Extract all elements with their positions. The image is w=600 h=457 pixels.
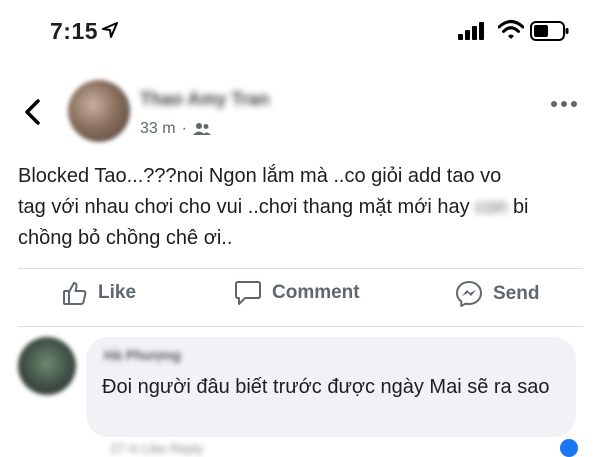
battery-icon	[530, 21, 569, 41]
author-avatar[interactable]	[68, 80, 130, 142]
post-header: Thao Amy Tran 33 m ·	[0, 80, 600, 150]
post-line-2: tag với nhau chơi cho vui ..chơi thang m…	[18, 192, 583, 223]
like-label: Like	[98, 282, 137, 303]
status-bar: 7:15	[0, 0, 600, 64]
comment-footer: 27 m Like Reply	[110, 441, 204, 456]
post-line-2-text: tag với nhau chơi cho vui ..chơi thang m…	[18, 196, 470, 218]
friends-icon	[192, 123, 211, 135]
post-time[interactable]: 33 m	[140, 120, 176, 138]
signal-icon	[458, 22, 484, 40]
meta-separator: ·	[181, 120, 187, 137]
send-button[interactable]: Send	[455, 280, 539, 308]
comment-button[interactable]: Comment	[234, 280, 360, 306]
more-dots-icon[interactable]	[550, 100, 578, 108]
comment-label: Comment	[272, 282, 360, 303]
divider-top	[18, 268, 583, 269]
divider-bottom	[18, 326, 583, 327]
post-line-1: Blocked Tao...???noi Ngon lắm mà ..co gi…	[18, 165, 502, 187]
post-meta: 33 m ·	[140, 120, 211, 138]
comment-icon	[235, 281, 261, 305]
post-line-3: chồng bỏ chồng chê ơi..	[18, 227, 233, 249]
thumbs-up-icon	[63, 282, 87, 305]
location-arrow-icon	[102, 22, 118, 38]
comment-bubble[interactable]: Hà Phượng Đoi người đâu biết trước được …	[86, 337, 576, 437]
comment-item: Hà Phượng Đoi người đâu biết trước được …	[0, 335, 600, 457]
messenger-icon	[456, 281, 482, 307]
commenter-name[interactable]: Hà Phượng	[104, 347, 181, 363]
post-text: Blocked Tao...???noi Ngon lắm mà ..co gi…	[18, 161, 583, 254]
post-line-2-end: bi	[512, 196, 529, 218]
author-name[interactable]: Thao Amy Tran	[140, 89, 269, 110]
back-chevron-icon[interactable]	[22, 98, 42, 126]
post-actions: Like Comment Send	[0, 272, 600, 324]
commenter-avatar[interactable]	[18, 337, 76, 395]
blurred-word: con	[475, 196, 508, 218]
reaction-icon[interactable]	[560, 439, 578, 457]
wifi-icon	[498, 20, 524, 39]
comment-text: Đoi người đâu biết trước được ngày Mai s…	[102, 376, 550, 398]
status-time: 7:15	[50, 18, 99, 44]
send-label: Send	[493, 283, 540, 304]
like-button[interactable]: Like	[62, 280, 136, 306]
